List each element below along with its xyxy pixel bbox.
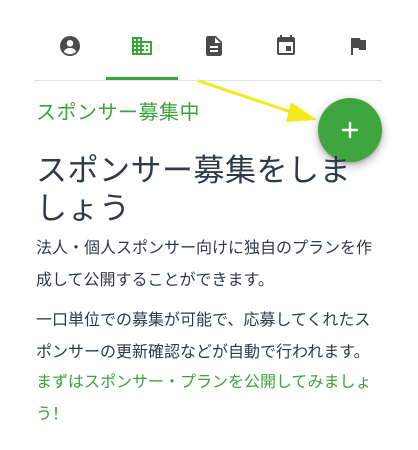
- document-icon: [206, 36, 222, 56]
- tab-business[interactable]: [106, 26, 178, 66]
- business-icon: [132, 37, 152, 55]
- page-title: スポンサー募集をしましょう: [36, 153, 351, 227]
- tab-flag[interactable]: [322, 26, 394, 66]
- description-paragraph-2: 一口単位での募集が可能で、応募してくれたスポンサーの更新確認などが自動で行われま…: [36, 310, 371, 361]
- tab-document[interactable]: [178, 26, 250, 66]
- plus-icon: [341, 121, 359, 139]
- account-circle-icon: [60, 36, 80, 56]
- tab-calendar[interactable]: [250, 26, 322, 66]
- tab-bar: [34, 0, 382, 81]
- flag-icon: [351, 38, 366, 55]
- call-to-action-text: まずはスポンサー・プランを公開してみましょう！: [36, 372, 372, 423]
- active-tab-indicator: [106, 77, 178, 80]
- calendar-icon: [277, 35, 295, 55]
- tab-profile[interactable]: [34, 26, 106, 66]
- annotation-arrow: [197, 79, 317, 122]
- section-heading: スポンサー募集中: [36, 100, 200, 124]
- description-paragraph-1: 法人・個人スポンサー向けに独自のプランを作成して公開することができます。: [36, 238, 373, 289]
